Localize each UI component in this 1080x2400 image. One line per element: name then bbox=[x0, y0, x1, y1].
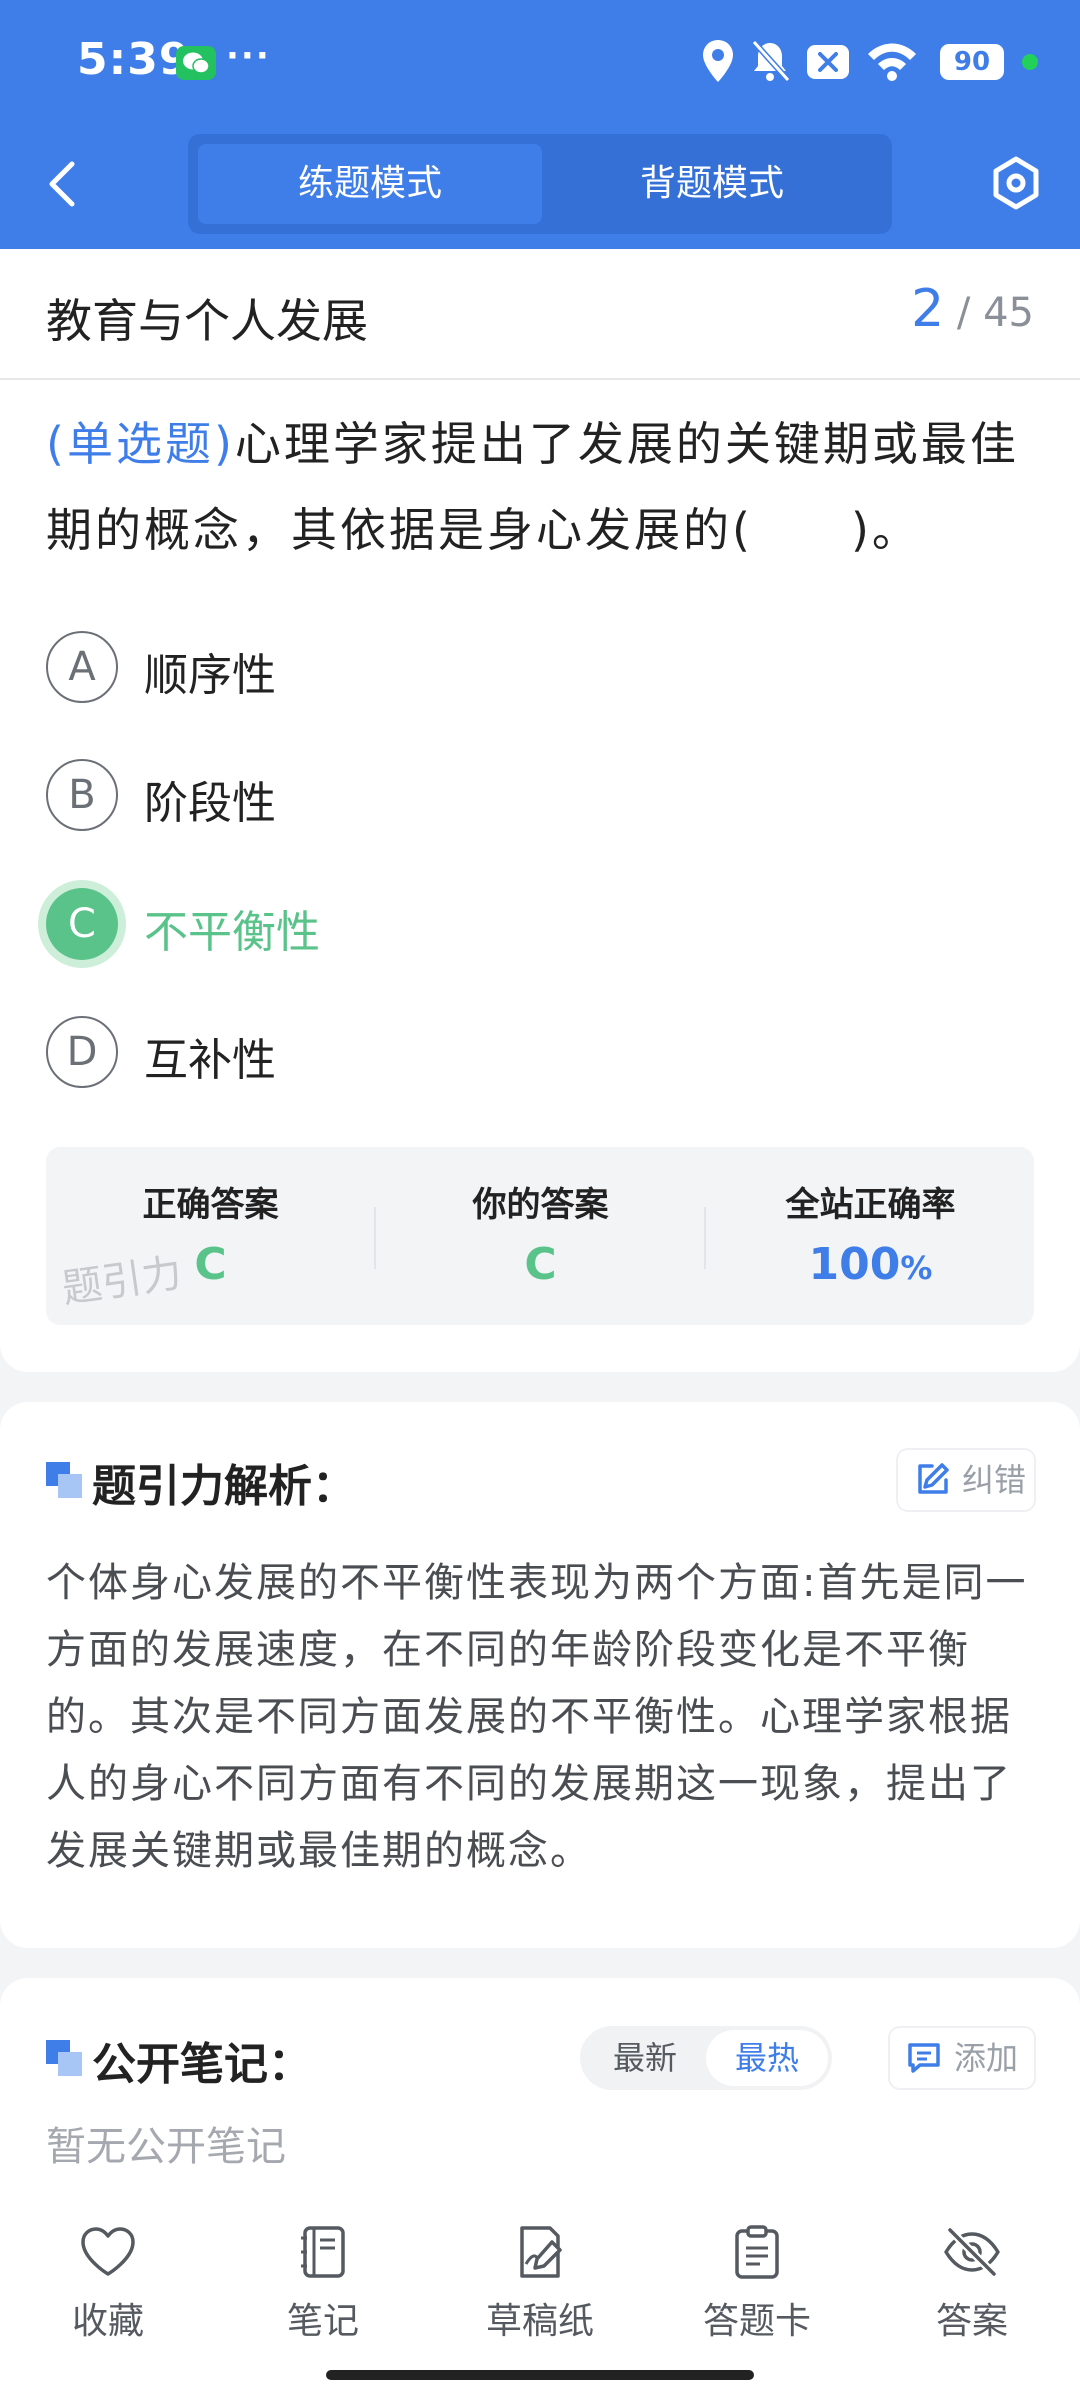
option-text: 顺序性 bbox=[144, 650, 276, 701]
option-letter: C bbox=[46, 888, 118, 960]
status-bar: 5:39 ··· 90 bbox=[0, 0, 1080, 124]
your-answer-column: 你的答案 C bbox=[376, 1147, 705, 1325]
show-answer-label: 答案 bbox=[935, 2301, 1008, 2342]
chevron-left-icon bbox=[49, 161, 75, 207]
notebook-icon bbox=[301, 2226, 345, 2278]
option-text: 不平衡性 bbox=[144, 907, 320, 958]
sort-hottest[interactable]: 最热 bbox=[706, 2030, 828, 2086]
favorite-label: 收藏 bbox=[71, 2301, 144, 2342]
notes-title: 公开笔记： bbox=[92, 2039, 312, 2090]
tab-memorize-mode[interactable]: 背题模式 bbox=[540, 144, 884, 224]
accuracy-column: 全站正确率 100% bbox=[706, 1147, 1035, 1325]
show-answer-button[interactable]: 答案 bbox=[897, 2224, 1047, 2364]
heart-icon bbox=[81, 2227, 135, 2276]
section-marker-icon bbox=[46, 2040, 82, 2076]
topic-row: 教育与个人发展 2 / 45 bbox=[0, 249, 1080, 380]
current-question-number: 2 bbox=[911, 279, 945, 339]
notes-sort-switch: 最新 最热 bbox=[580, 2026, 832, 2090]
option-b[interactable]: B 阶段性 bbox=[46, 759, 946, 833]
add-note-button[interactable]: 添加 bbox=[890, 2028, 1034, 2088]
favorite-button[interactable]: 收藏 bbox=[33, 2224, 183, 2364]
edit-icon bbox=[918, 1463, 949, 1494]
analysis-card: 题引力解析： 纠错 个体身心发展的不平衡性表现为两个方面:首先是同一方面的发展速… bbox=[0, 1402, 1080, 1948]
accuracy-value: 100% bbox=[706, 1239, 1035, 1290]
report-error-label: 纠错 bbox=[962, 1461, 1027, 1499]
status-icons: 90 bbox=[700, 38, 1080, 88]
option-text: 阶段性 bbox=[144, 778, 276, 829]
option-c[interactable]: C 不平衡性 bbox=[46, 888, 946, 962]
option-a[interactable]: A 顺序性 bbox=[46, 631, 946, 705]
notes-button[interactable]: 笔记 bbox=[248, 2224, 398, 2364]
wechat-notification-icon bbox=[176, 46, 216, 80]
your-answer-value: C bbox=[524, 1239, 557, 1290]
app-header: 5:39 ··· 90 练题模式 背题模式 bbox=[0, 0, 1080, 249]
report-error-button[interactable]: 纠错 bbox=[898, 1450, 1034, 1510]
question-card: 教育与个人发展 2 / 45 (单选题)心理学家提出了发展的关键期或最佳期的概念… bbox=[0, 249, 1080, 1372]
status-time: 5:39 bbox=[77, 34, 191, 85]
question-type-label: (单选题) bbox=[46, 417, 235, 471]
wifi-icon bbox=[868, 43, 916, 81]
answer-sheet-label: 答题卡 bbox=[702, 2301, 811, 2342]
eye-off-icon bbox=[944, 2227, 1000, 2277]
hexagon-settings-icon bbox=[993, 156, 1039, 210]
empty-notes-text: 暂无公开笔记 bbox=[46, 2124, 286, 2170]
mute-bell-icon bbox=[751, 39, 791, 83]
accuracy-label: 全站正确率 bbox=[785, 1185, 956, 1225]
analysis-text: 个体身心发展的不平衡性表现为两个方面:首先是同一方面的发展速度，在不同的年龄阶段… bbox=[46, 1560, 1028, 1874]
mode-switch: 练题模式 背题模式 bbox=[188, 134, 892, 234]
question-progress: 2 / 45 bbox=[911, 279, 1034, 339]
sort-newest[interactable]: 最新 bbox=[584, 2030, 706, 2086]
option-letter: B bbox=[46, 759, 118, 831]
battery-indicator: 90 bbox=[940, 44, 1004, 80]
location-icon bbox=[703, 40, 733, 82]
answer-sheet-icon bbox=[735, 2225, 779, 2279]
message-add-icon bbox=[908, 2043, 940, 2073]
close-app-icon bbox=[807, 45, 849, 79]
analysis-title: 题引力解析： bbox=[92, 1461, 356, 1512]
privacy-indicator-dot bbox=[1022, 54, 1038, 70]
draft-paper-label: 草稿纸 bbox=[485, 2301, 594, 2342]
option-letter: A bbox=[46, 631, 118, 703]
home-indicator[interactable] bbox=[326, 2370, 754, 2380]
settings-button[interactable] bbox=[986, 153, 1046, 213]
correct-answer-label: 正确答案 bbox=[142, 1185, 279, 1225]
option-text: 互补性 bbox=[144, 1035, 276, 1086]
your-answer-label: 你的答案 bbox=[472, 1185, 609, 1225]
add-note-label: 添加 bbox=[954, 2039, 1019, 2077]
draft-paper-button[interactable]: 草稿纸 bbox=[465, 2224, 615, 2364]
accuracy-unit: % bbox=[900, 1249, 933, 1287]
tab-practice-mode[interactable]: 练题模式 bbox=[198, 144, 542, 224]
total-question-count: 45 bbox=[983, 290, 1034, 336]
progress-separator: / bbox=[956, 290, 971, 336]
accuracy-number: 100 bbox=[808, 1239, 901, 1290]
topic-title: 教育与个人发展 bbox=[46, 294, 368, 348]
notes-label: 笔记 bbox=[286, 2301, 359, 2342]
draft-paper-icon bbox=[520, 2226, 562, 2278]
option-letter: D bbox=[46, 1016, 118, 1088]
more-notifications-icon: ··· bbox=[226, 36, 271, 76]
question-text: (单选题)心理学家提出了发展的关键期或最佳期的概念，其依据是身心发展的( )。 bbox=[46, 401, 1036, 573]
option-d[interactable]: D 互补性 bbox=[46, 1016, 946, 1090]
section-marker-icon bbox=[46, 1462, 82, 1498]
back-button[interactable] bbox=[40, 156, 88, 212]
answer-stats: 正确答案 C 你的答案 C 全站正确率 100% 题引力 bbox=[46, 1147, 1034, 1325]
answer-sheet-button[interactable]: 答题卡 bbox=[682, 2224, 832, 2364]
